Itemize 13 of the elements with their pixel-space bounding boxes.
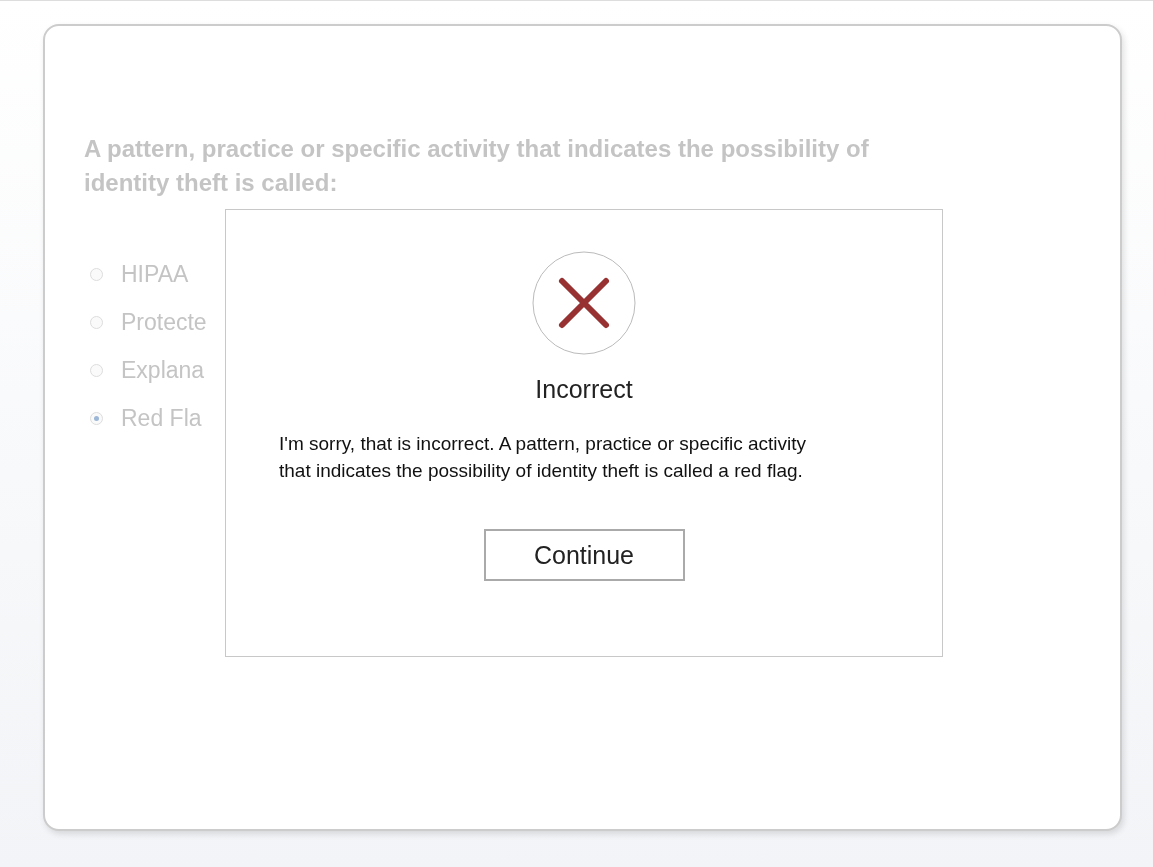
- radio-button[interactable]: [90, 363, 103, 377]
- option-label: HIPAA: [121, 260, 189, 288]
- option-label: Red Fla: [121, 404, 202, 432]
- radio-button[interactable]: [90, 315, 103, 329]
- feedback-message: I'm sorry, that is incorrect. A pattern, practice or specific activity that indicates the possibility of identity theft is called a red flag.: [279, 432, 807, 483]
- dialog-title: Incorrect: [535, 375, 633, 404]
- radio-button[interactable]: [90, 267, 103, 281]
- option-label: Protecte: [121, 308, 207, 336]
- question-text: A pattern, practice or specific activity that indicates the possibility of identity theft is called:: [84, 134, 870, 198]
- error-icon: [532, 251, 636, 355]
- continue-button[interactable]: Continue: [483, 529, 685, 581]
- option-label: Explana: [121, 356, 205, 384]
- radio-button[interactable]: [90, 411, 103, 425]
